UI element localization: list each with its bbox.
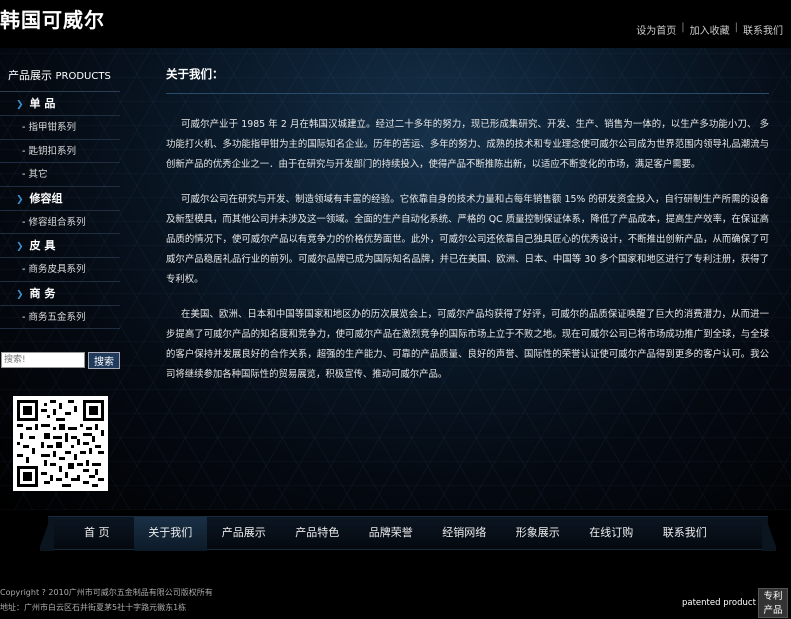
sidebar-title: 产品展示 PRODUCTS — [0, 60, 120, 92]
sidebar-item-nail-clipper[interactable]: 指甲钳系列 — [0, 116, 120, 140]
product-sidebar: 产品展示 PRODUCTS ❯单 品 指甲钳系列 匙钥扣系列 其它 ❯修容组 修… — [0, 60, 120, 329]
search-button[interactable]: 搜索 — [88, 352, 120, 369]
about-paragraph: 可威尔产业于 1985 年 2 月在韩国汉城建立。经过二十多年的努力，现已形成集… — [166, 119, 769, 170]
copyright-text: Copyright ? 2010广州市可威尔五金制品有限公司版权所有 — [0, 588, 213, 597]
search-input[interactable] — [1, 352, 85, 368]
about-paragraph: 可威尔公司在研究与开发、制造领域有丰富的经验。它依靠自身的技术力量和占每年销售额… — [166, 194, 769, 285]
link-separator: | — [734, 22, 738, 33]
chevron-right-icon: ❯ — [16, 100, 24, 110]
nav-features[interactable]: 产品特色 — [281, 517, 355, 551]
nav-distribution[interactable]: 经销网络 — [428, 517, 502, 551]
address-text: 地址：广州市白云区石井街夏茅5社十字路元徽东1栋 — [0, 603, 187, 612]
patent-button[interactable]: 专利产品 — [758, 588, 788, 618]
chevron-right-icon: ❯ — [16, 289, 24, 300]
about-content: 关于我们： 可威尔产业于 1985 年 2 月在韩国汉城建立。经过二十多年的努力… — [166, 66, 769, 385]
category-grooming-set[interactable]: ❯ 修容组 — [0, 187, 120, 211]
chevron-right-icon: ❯ — [16, 242, 24, 252]
nav-contact[interactable]: 联系我们 — [648, 517, 722, 551]
nav-products[interactable]: 产品展示 — [207, 517, 281, 551]
footer: Copyright ? 2010广州市可威尔五金制品有限公司版权所有 地址：广州… — [0, 585, 213, 615]
nav-brand-honors[interactable]: 品牌荣誉 — [354, 517, 428, 551]
category-business[interactable]: ❯ 商 务 — [0, 282, 120, 306]
chevron-right-icon: ❯ — [16, 194, 24, 205]
nav-online-order[interactable]: 在线订购 — [575, 517, 649, 551]
main-nav: 首 页 关于我们 产品展示 产品特色 品牌荣誉 经销网络 形象展示 在线订购 联… — [40, 516, 776, 551]
search-box: 搜索 — [1, 352, 120, 369]
qr-code — [13, 396, 108, 491]
patent-label: patented product — [682, 598, 756, 608]
page-title: 关于我们： — [166, 66, 769, 94]
add-favorite-link[interactable]: 加入收藏 — [690, 22, 730, 37]
set-homepage-link[interactable]: 设为首页 — [636, 22, 676, 37]
header: 韩国可威尔 设为首页 | 加入收藏 | 联系我们 — [0, 0, 791, 48]
sidebar-item-grooming-combo[interactable]: 修容组合系列 — [0, 211, 120, 234]
sidebar-item-business-hardware[interactable]: 商务五金系列 — [0, 306, 120, 329]
nav-home[interactable]: 首 页 — [60, 517, 134, 551]
contact-us-link[interactable]: 联系我们 — [743, 22, 783, 37]
nav-edge — [762, 517, 776, 551]
category-single[interactable]: ❯ 单 品 — [0, 92, 120, 116]
top-links: 设为首页 | 加入收藏 | 联系我们 — [636, 22, 783, 37]
nav-about-us[interactable]: 关于我们 — [133, 517, 207, 551]
about-paragraph: 在美国、欧洲、日本和中国等国家和地区办的历次展览会上，可威尔产品均获得了好评，可… — [166, 309, 769, 380]
sidebar-item-keychain[interactable]: 匙钥扣系列 — [0, 140, 120, 163]
nav-image-gallery[interactable]: 形象展示 — [501, 517, 575, 551]
sidebar-item-other[interactable]: 其它 — [0, 163, 120, 187]
sidebar-item-business-leather[interactable]: 商务皮具系列 — [0, 258, 120, 282]
site-logo[interactable]: 韩国可威尔 — [0, 4, 105, 33]
link-separator: | — [681, 22, 685, 33]
nav-edge — [40, 517, 54, 551]
category-leather[interactable]: ❯ 皮 具 — [0, 234, 120, 258]
